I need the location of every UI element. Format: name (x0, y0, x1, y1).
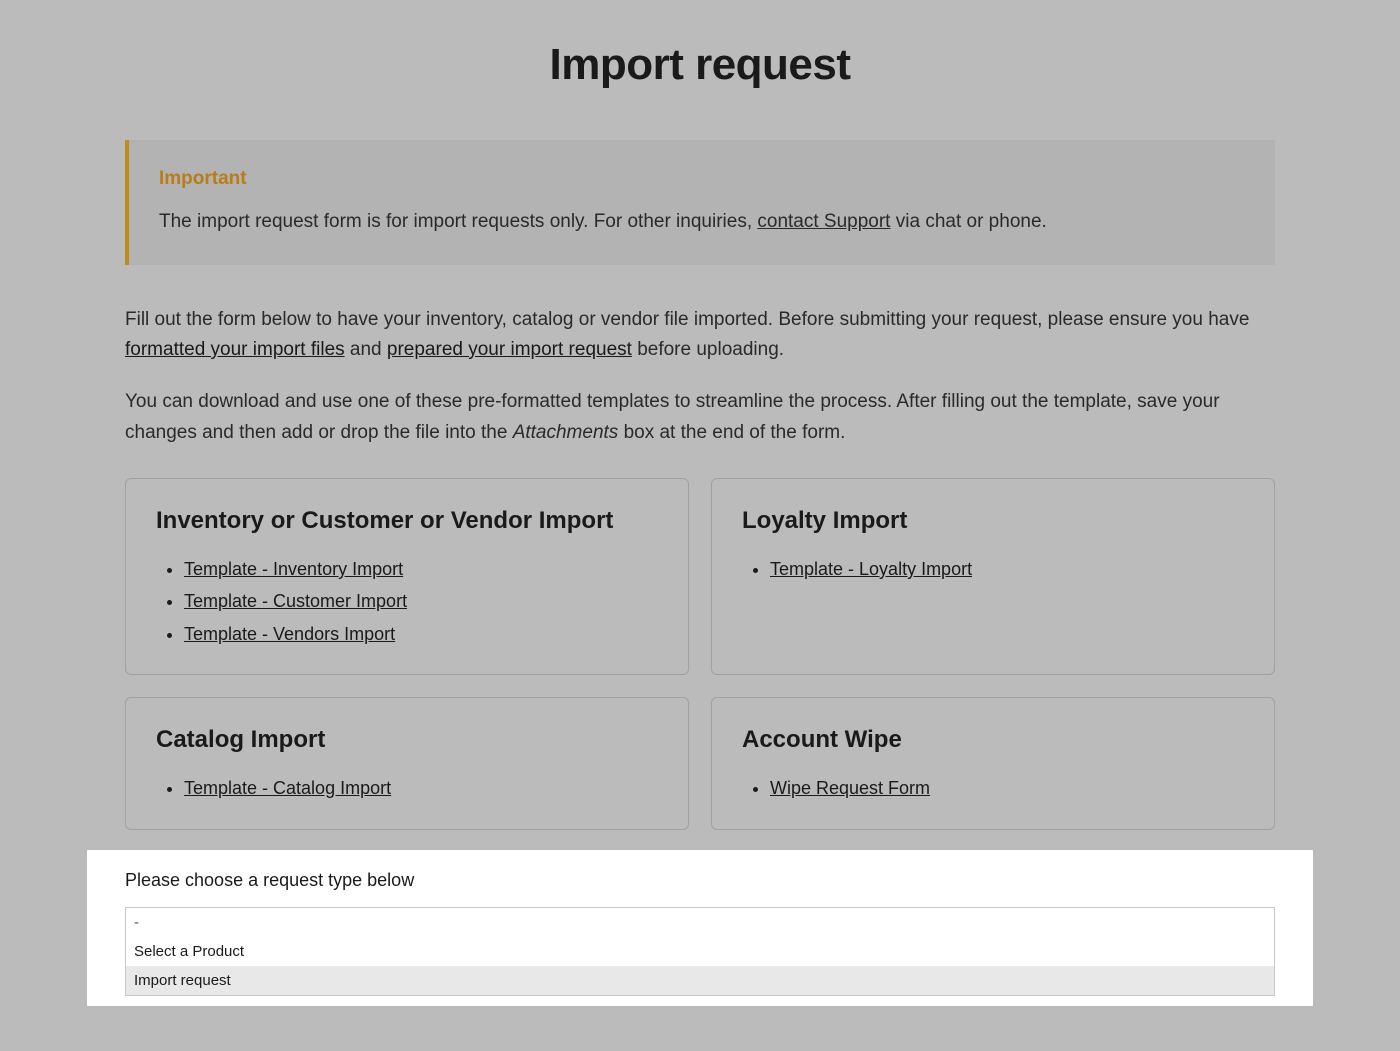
contact-support-link[interactable]: contact Support (757, 211, 890, 232)
prepared-request-link[interactable]: prepared your import request (387, 339, 632, 360)
intro1-before: Fill out the form below to have your inv… (125, 309, 1249, 330)
loyalty-card: Loyalty Import Template - Loyalty Import (711, 478, 1275, 675)
formatted-files-link[interactable]: formatted your import files (125, 339, 345, 360)
template-loyalty-import-link[interactable]: Template - Loyalty Import (770, 559, 972, 579)
catalog-card: Catalog Import Template - Catalog Import (125, 697, 689, 829)
attachments-em: Attachments (513, 422, 619, 443)
list-item: Wipe Request Form (770, 772, 1244, 804)
callout-text-before: The import request form is for import re… (159, 211, 757, 232)
intro1-between: and (345, 339, 387, 360)
request-type-dropdown[interactable]: - Select a Product Import request (125, 907, 1275, 996)
page-title: Import request (125, 40, 1275, 90)
callout-title: Important (159, 168, 1245, 190)
template-inventory-import-link[interactable]: Template - Inventory Import (184, 559, 403, 579)
list-item: Template - Loyalty Import (770, 553, 1244, 585)
catalog-card-title: Catalog Import (156, 726, 658, 754)
dropdown-option-import-request[interactable]: Import request (126, 966, 1274, 995)
account-wipe-card: Account Wipe Wipe Request Form (711, 697, 1275, 829)
dropdown-option-empty[interactable]: - (126, 908, 1274, 937)
callout-text-after: via chat or phone. (890, 211, 1046, 232)
template-customer-import-link[interactable]: Template - Customer Import (184, 591, 407, 611)
important-callout: Important The import request form is for… (125, 140, 1275, 265)
inventory-card: Inventory or Customer or Vendor Import T… (125, 478, 689, 675)
intro-paragraph-2: You can download and use one of these pr… (125, 387, 1275, 448)
intro2-after: box at the end of the form. (618, 422, 845, 443)
dropdown-option-select-product[interactable]: Select a Product (126, 937, 1274, 966)
loyalty-card-title: Loyalty Import (742, 507, 1244, 535)
callout-text: The import request form is for import re… (159, 208, 1245, 237)
list-item: Template - Catalog Import (184, 772, 658, 804)
template-catalog-import-link[interactable]: Template - Catalog Import (184, 778, 391, 798)
form-section: Please choose a request type below - Sel… (87, 850, 1313, 1006)
wipe-request-form-link[interactable]: Wipe Request Form (770, 778, 930, 798)
account-wipe-card-title: Account Wipe (742, 726, 1244, 754)
list-item: Template - Inventory Import (184, 553, 658, 585)
inventory-card-title: Inventory or Customer or Vendor Import (156, 507, 658, 535)
intro1-after: before uploading. (632, 339, 784, 360)
request-type-label: Please choose a request type below (125, 870, 1275, 891)
list-item: Template - Customer Import (184, 585, 658, 617)
template-cards-grid: Inventory or Customer or Vendor Import T… (125, 478, 1275, 830)
template-vendors-import-link[interactable]: Template - Vendors Import (184, 624, 395, 644)
list-item: Template - Vendors Import (184, 618, 658, 650)
intro-paragraph-1: Fill out the form below to have your inv… (125, 305, 1275, 366)
